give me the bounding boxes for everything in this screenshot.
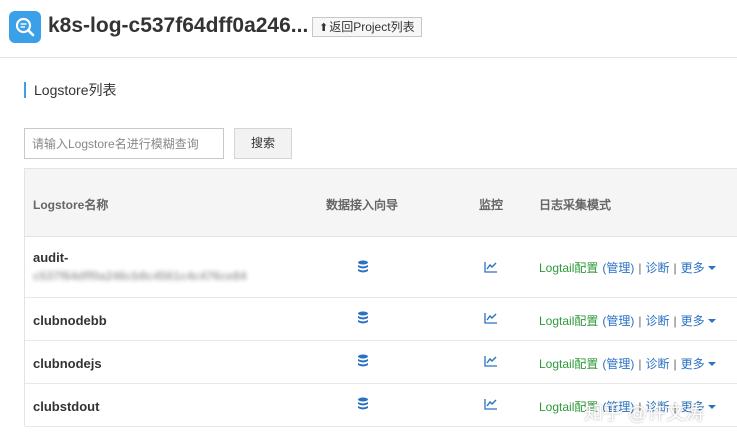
monitor-chart-icon[interactable] [484,261,498,273]
watermark: 知乎 @许文涛 [584,402,705,424]
table-row: clubnodejs Logtail配置 (管理) | 诊断 | 更多 [25,341,737,384]
database-icon[interactable] [357,260,369,274]
logtail-config-link[interactable]: Logtail配置 [539,357,598,371]
column-header-collection-mode: 日志采集模式 [539,198,612,212]
row-actions: Logtail配置 (管理) | 诊断 | 更多 [539,355,716,372]
logstore-table: Logstore名称 数据接入向导 监控 日志采集模式 audit- c537f… [24,168,737,427]
diagnose-link[interactable]: 诊断 [646,314,670,328]
monitor-chart-icon[interactable] [484,312,498,324]
manage-link[interactable]: (管理) [602,261,634,275]
caret-down-icon [707,362,716,366]
separator: | [638,357,642,371]
logtail-config-link[interactable]: Logtail配置 [539,261,598,275]
caret-down-icon [707,319,716,323]
table-header: Logstore名称 数据接入向导 监控 日志采集模式 [25,169,737,237]
more-label: 更多 [680,314,705,328]
database-icon[interactable] [357,354,369,368]
logstore-name[interactable]: clubnodebb [33,313,107,328]
more-label: 更多 [680,357,705,371]
logstore-list-title: Logstore列表 [24,82,116,98]
manage-link[interactable]: (管理) [602,357,634,371]
separator: | [673,357,677,371]
manage-link[interactable]: (管理) [602,314,634,328]
column-header-monitor: 监控 [479,198,504,212]
column-header-name: Logstore名称 [33,198,109,212]
row-actions: Logtail配置 (管理) | 诊断 | 更多 [539,259,716,276]
row-actions: Logtail配置 (管理) | 诊断 | 更多 [539,312,716,329]
logstore-name-redacted: c537f64dff0a246cb8c4561c4c476ce84 [33,269,247,283]
search-button[interactable]: 搜索 [234,128,292,159]
caret-down-icon [707,266,716,270]
logstore-name[interactable]: clubnodejs [33,356,102,371]
logtail-config-link[interactable]: Logtail配置 [539,314,598,328]
back-button-label: 返回Project列表 [329,20,415,34]
database-icon[interactable] [357,311,369,325]
database-icon[interactable] [357,397,369,411]
logstore-search-input[interactable] [24,128,224,159]
table-row: audit- c537f64dff0a246cb8c4561c4c476ce84… [25,237,737,298]
more-dropdown[interactable]: 更多 [681,314,716,328]
table-row: clubnodebb Logtail配置 (管理) | 诊断 | 更多 [25,298,737,341]
column-header-guide: 数据接入向导 [326,198,399,212]
up-arrow-icon: ⬆ [319,22,329,34]
more-label: 更多 [680,261,705,275]
more-dropdown[interactable]: 更多 [681,357,716,371]
monitor-chart-icon[interactable] [484,355,498,367]
diagnose-link[interactable]: 诊断 [646,357,670,371]
page-header: k8s-log-c537f64dff0a246... ⬆返回Project列表 [0,0,737,58]
logstore-name[interactable]: clubstdout [33,399,99,414]
back-to-project-list-button[interactable]: ⬆返回Project列表 [312,17,422,37]
project-title: k8s-log-c537f64dff0a246... [48,14,309,37]
separator: | [638,314,642,328]
separator: | [638,261,642,275]
separator: | [673,314,677,328]
diagnose-link[interactable]: 诊断 [646,261,670,275]
logstore-name[interactable]: audit- [33,250,68,265]
more-dropdown[interactable]: 更多 [681,261,716,275]
separator: | [673,261,677,275]
log-service-app-icon [9,11,41,43]
monitor-chart-icon[interactable] [484,398,498,410]
caret-down-icon [707,405,716,409]
